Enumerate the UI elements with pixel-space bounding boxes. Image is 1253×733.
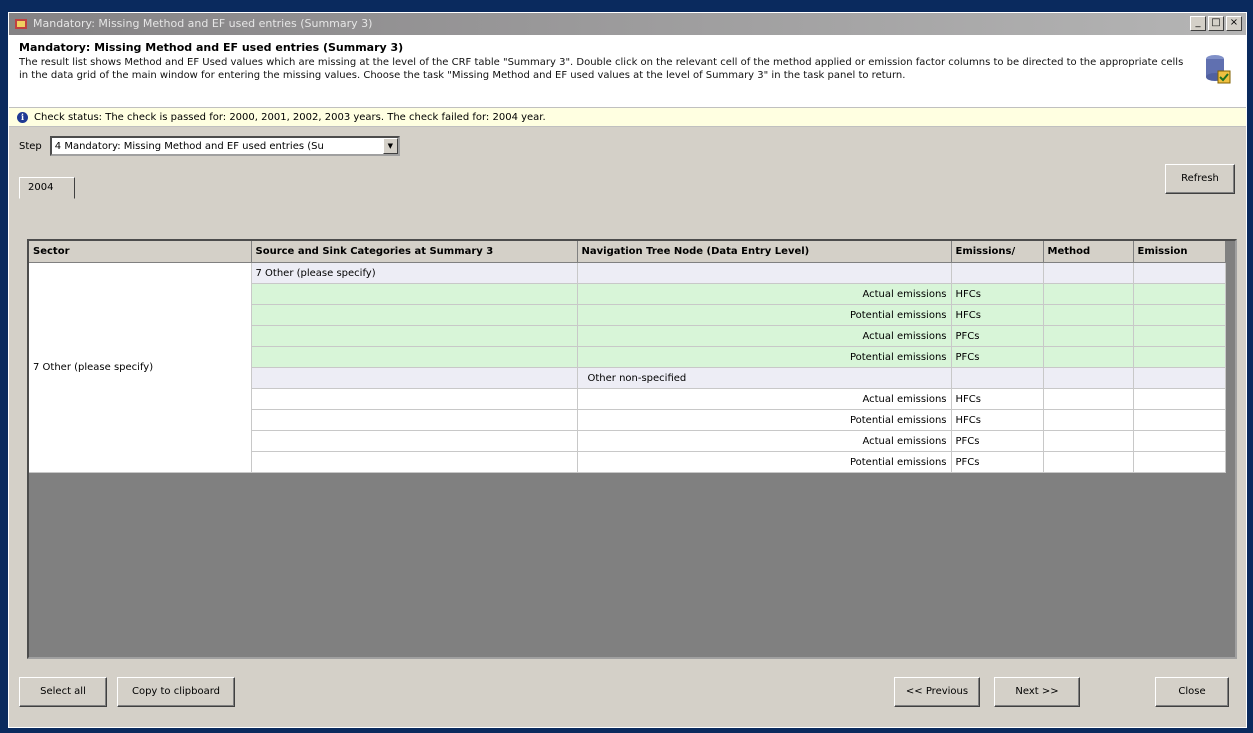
cell-emission-factor[interactable] (1133, 388, 1226, 410)
cell-emission-factor[interactable] (1133, 283, 1226, 305)
info-icon: i (17, 111, 28, 123)
dialog-window: Mandatory: Missing Method and EF used en… (8, 12, 1247, 728)
window-title: Mandatory: Missing Method and EF used en… (33, 17, 373, 30)
results-grid-container: Sector Source and Sink Categories at Sum… (27, 239, 1237, 659)
col-header-emissions[interactable]: Emissions/ (951, 241, 1044, 263)
grid-header-row: Sector Source and Sink Categories at Sum… (29, 241, 1226, 263)
cell-navigation[interactable] (577, 262, 952, 284)
cell-navigation[interactable]: Actual emissions (577, 283, 952, 305)
cell-category[interactable] (251, 283, 578, 305)
cell-emission-factor[interactable] (1133, 451, 1226, 473)
footer-buttons: Select all Copy to clipboard << Previous… (9, 673, 1246, 713)
tab-strip: 2004 (19, 177, 1236, 199)
cell-emissions[interactable]: PFCs (951, 346, 1044, 368)
minimize-button[interactable]: _ (1190, 16, 1206, 31)
app-icon (15, 19, 27, 29)
col-header-sector[interactable]: Sector (29, 241, 252, 263)
cell-navigation[interactable]: Actual emissions (577, 388, 952, 410)
cell-category[interactable] (251, 367, 578, 389)
cell-emission-factor[interactable] (1133, 409, 1226, 431)
header-panel: Mandatory: Missing Method and EF used en… (9, 35, 1246, 107)
cell-category[interactable]: 7 Other (please specify) (251, 262, 578, 284)
cell-emission-factor[interactable] (1133, 325, 1226, 347)
cell-category[interactable] (251, 430, 578, 452)
check-status-bar: i Check status: The check is passed for:… (9, 107, 1246, 127)
results-grid: Sector Source and Sink Categories at Sum… (29, 241, 1226, 473)
cell-emissions[interactable] (951, 262, 1044, 284)
cell-emissions[interactable]: PFCs (951, 430, 1044, 452)
step-row: Step 4 Mandatory: Missing Method and EF … (19, 135, 400, 157)
cell-emissions[interactable]: HFCs (951, 388, 1044, 410)
close-button[interactable]: Close (1155, 677, 1229, 707)
col-header-navigation[interactable]: Navigation Tree Node (Data Entry Level) (577, 241, 952, 263)
close-window-button[interactable]: × (1226, 16, 1242, 31)
title-bar[interactable]: Mandatory: Missing Method and EF used en… (9, 13, 1246, 35)
cell-navigation[interactable]: Actual emissions (577, 430, 952, 452)
cell-category[interactable] (251, 346, 578, 368)
cell-navigation[interactable]: Potential emissions (577, 304, 952, 326)
check-status-text: Check status: The check is passed for: 2… (34, 111, 546, 123)
cell-category[interactable] (251, 409, 578, 431)
tab-2004[interactable]: 2004 (19, 177, 75, 199)
cell-method[interactable] (1043, 409, 1134, 431)
step-label: Step (19, 140, 42, 152)
cell-emissions[interactable]: HFCs (951, 409, 1044, 431)
cell-method[interactable] (1043, 367, 1134, 389)
cell-emissions[interactable]: HFCs (951, 304, 1044, 326)
cell-emissions[interactable]: PFCs (951, 325, 1044, 347)
cell-emission-factor[interactable] (1133, 346, 1226, 368)
cell-emissions[interactable]: HFCs (951, 283, 1044, 305)
cell-category[interactable] (251, 451, 578, 473)
cell-method[interactable] (1043, 304, 1134, 326)
cell-method[interactable] (1043, 388, 1134, 410)
chevron-down-icon[interactable]: ▼ (382, 138, 398, 154)
copy-to-clipboard-button[interactable]: Copy to clipboard (117, 677, 235, 707)
cell-navigation[interactable]: Potential emissions (577, 346, 952, 368)
cell-category[interactable] (251, 388, 578, 410)
table-row[interactable]: 7 Other (please specify) 7 Other (please … (29, 262, 1226, 473)
cell-method[interactable] (1043, 346, 1134, 368)
cell-navigation[interactable]: Potential emissions (577, 409, 952, 431)
cell-method[interactable] (1043, 430, 1134, 452)
next-button[interactable]: Next >> (994, 677, 1080, 707)
col-header-categories[interactable]: Source and Sink Categories at Summary 3 (251, 241, 578, 263)
cell-method[interactable] (1043, 451, 1134, 473)
cell-emission-factor[interactable] (1133, 367, 1226, 389)
cell-emission-factor[interactable] (1133, 304, 1226, 326)
header-title: Mandatory: Missing Method and EF used en… (19, 41, 404, 54)
maximize-button[interactable]: □ (1208, 16, 1224, 31)
cell-category[interactable] (251, 304, 578, 326)
select-all-button[interactable]: Select all (19, 677, 107, 707)
cell-navigation[interactable]: Actual emissions (577, 325, 952, 347)
cell-method[interactable] (1043, 262, 1134, 284)
step-select[interactable]: 4 Mandatory: Missing Method and EF used … (49, 136, 400, 156)
header-description: The result list shows Method and EF Used… (19, 57, 1184, 81)
previous-button[interactable]: << Previous (894, 677, 980, 707)
cell-emission-factor[interactable] (1133, 430, 1226, 452)
cell-emission-factor[interactable] (1133, 262, 1226, 284)
cell-navigation[interactable]: Potential emissions (577, 451, 952, 473)
cell-sector[interactable]: 7 Other (please specify) (29, 262, 252, 473)
step-select-value: 4 Mandatory: Missing Method and EF used … (54, 140, 324, 152)
cell-emissions[interactable] (951, 367, 1044, 389)
cell-navigation[interactable]: Other non-specified (577, 367, 952, 389)
cell-category[interactable] (251, 325, 578, 347)
col-header-emission-factor[interactable]: Emission (1133, 241, 1226, 263)
col-header-method[interactable]: Method (1043, 241, 1134, 263)
cell-emissions[interactable]: PFCs (951, 451, 1044, 473)
cell-method[interactable] (1043, 325, 1134, 347)
database-check-icon (1206, 55, 1231, 84)
cell-method[interactable] (1043, 283, 1134, 305)
